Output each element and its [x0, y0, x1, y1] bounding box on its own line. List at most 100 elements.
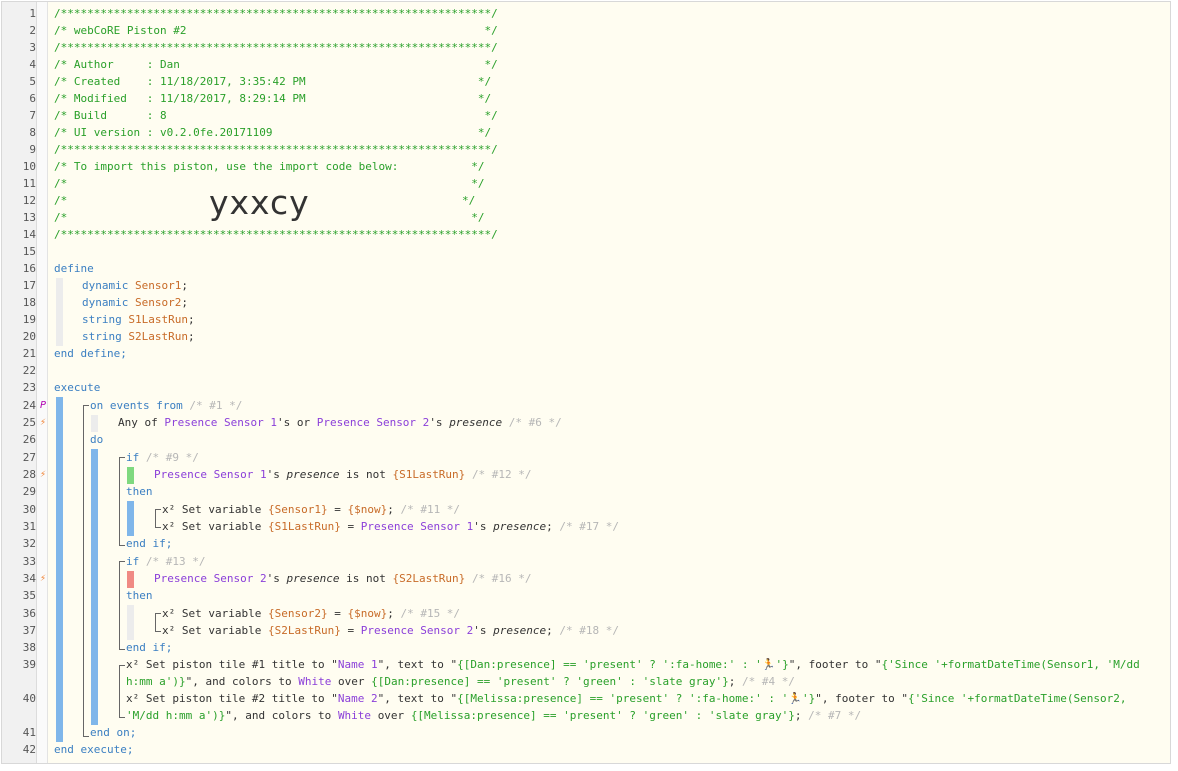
if-13-condition[interactable]: Presence Sensor 2's presence is not {S2L… — [154, 570, 532, 587]
line-number: 20 — [22, 330, 36, 343]
line-number: 33 — [22, 555, 36, 568]
keyword-end-if: end if; — [126, 641, 173, 654]
header-rule: /***************************************… — [54, 7, 498, 20]
line-number: 17 — [22, 279, 36, 292]
do-block-bar — [91, 449, 98, 725]
set-tile-2-line-a[interactable]: x² Set piston tile #2 title to "Name 2",… — [126, 690, 1127, 707]
line-number: 37 — [22, 624, 36, 637]
trigger-bolt-icon: ⚡ — [39, 417, 47, 428]
action-bracket — [155, 509, 161, 528]
line-number: 21 — [22, 347, 36, 360]
set-tile-2-line-b[interactable]: 'M/dd h:mm a')}", and colors to White ov… — [126, 707, 861, 724]
header-modified: /* Modified : 11/18/2017, 8:29:14 PM */ — [54, 92, 492, 105]
header-build: /* Build : 8 */ — [54, 109, 498, 122]
define-block-bar — [56, 278, 63, 346]
line-number: 18 — [22, 296, 36, 309]
restriction-marker-icon: P — [39, 400, 47, 411]
header-blank-close: */ — [462, 194, 476, 207]
line-number: 4 — [29, 58, 36, 71]
set-s1lastrun-statement[interactable]: x² Set variable {S1LastRun} = Presence S… — [162, 518, 619, 535]
line-number: 28 — [22, 468, 36, 481]
line-number: 16 — [22, 262, 36, 275]
line-number: 29 — [22, 485, 36, 498]
line-number: 38 — [22, 641, 36, 654]
line-number: 8 — [29, 126, 36, 139]
if-9-line[interactable]: if /* #9 */ — [126, 449, 199, 466]
define-sensor1: dynamic Sensor1; — [82, 279, 188, 292]
line-number: 5 — [29, 75, 36, 88]
set-tile-1-line-a[interactable]: x² Set piston tile #1 title to "Name 1",… — [126, 656, 1140, 673]
line-number: 30 — [22, 503, 36, 516]
line-number: 19 — [22, 313, 36, 326]
define-sensor2: dynamic Sensor2; — [82, 296, 188, 309]
trigger-bolt-icon: ⚡ — [39, 469, 47, 480]
header-created: /* Created : 11/18/2017, 3:35:42 PM */ — [54, 75, 492, 88]
header-blank-open: /* — [54, 194, 68, 207]
line-number: 39 — [22, 658, 36, 671]
tile-actions-bracket — [119, 665, 125, 718]
condition-true-bar — [127, 467, 134, 484]
define-s2lastrun: string S2LastRun; — [82, 330, 195, 343]
action-bracket — [155, 613, 161, 632]
execute-block-bar — [56, 397, 63, 742]
import-code[interactable]: yxxcy — [209, 183, 310, 222]
line-number: 40 — [22, 692, 36, 705]
set-sensor1-statement[interactable]: x² Set variable {Sensor1} = {$now}; /* #… — [162, 501, 460, 518]
line-number: 13 — [22, 211, 36, 224]
set-sensor2-statement[interactable]: x² Set variable {Sensor2} = {$now}; /* #… — [162, 605, 460, 622]
keyword-do: do — [90, 433, 104, 446]
header-ui-version: /* UI version : v0.2.0fe.20171109 */ — [54, 126, 492, 139]
line-number: 25 — [22, 416, 36, 429]
line-number: 31 — [22, 520, 36, 533]
header-rule: /***************************************… — [54, 143, 498, 156]
line-number: 24 — [22, 399, 36, 412]
line-number: 22 — [22, 364, 36, 377]
keyword-end-if: end if; — [126, 537, 173, 550]
line-number: 36 — [22, 607, 36, 620]
line-number: 2 — [29, 24, 36, 37]
on-events-line[interactable]: on events from /* #1 */ — [90, 397, 242, 414]
line-number: 26 — [22, 433, 36, 446]
keyword-then: then — [126, 485, 153, 498]
keyword-define: define — [54, 262, 94, 275]
header-rule: /***************************************… — [54, 41, 498, 54]
header-rule: /***************************************… — [54, 228, 498, 241]
then-block-bar — [127, 501, 134, 536]
if-13-bracket — [119, 561, 125, 650]
line-number: 23 — [22, 381, 36, 394]
header-title: /* webCoRE Piston #2 */ — [54, 24, 498, 37]
line-number: 11 — [22, 177, 36, 190]
trigger-bolt-icon: ⚡ — [39, 573, 47, 584]
keyword-end-define: end define; — [54, 347, 127, 360]
then-block-bar — [127, 605, 134, 640]
trigger-condition[interactable]: Any of Presence Sensor 1's or Presence S… — [118, 414, 562, 431]
line-number: 41 — [22, 726, 36, 739]
line-number: 27 — [22, 451, 36, 464]
keyword-end-execute: end execute; — [54, 743, 134, 756]
keyword-end-on: end on; — [90, 726, 137, 739]
line-number: 34 — [22, 572, 36, 585]
line-number: 1 — [29, 7, 36, 20]
if-9-bracket — [119, 457, 125, 546]
keyword-execute: execute — [54, 381, 101, 394]
set-tile-1-line-b[interactable]: h:mm a')}", and colors to White over {[D… — [126, 673, 795, 690]
if-9-condition[interactable]: Presence Sensor 1's presence is not {S1L… — [154, 466, 532, 483]
condition-false-bar — [127, 571, 134, 588]
line-number: 32 — [22, 537, 36, 550]
line-number: 42 — [22, 743, 36, 756]
line-number-gutter: 1 2 3 4 5 6 7 8 9 10 11 12 13 14 15 16 17 18 19 20 21 22 23 24 2… — [2, 2, 37, 763]
if-13-line[interactable]: if /* #13 */ — [126, 553, 205, 570]
header-import-note: /* To import this piston, use the import… — [54, 160, 485, 173]
line-number: 6 — [29, 92, 36, 105]
marker-strip — [37, 2, 48, 763]
line-number: 14 — [22, 228, 36, 241]
on-events-bracket — [83, 405, 89, 737]
set-s2lastrun-statement[interactable]: x² Set variable {S2LastRun} = Presence S… — [162, 622, 619, 639]
define-s1lastrun: string S1LastRun; — [82, 313, 195, 326]
line-number: 12 — [22, 194, 36, 207]
line-number: 15 — [22, 245, 36, 258]
line-number: 7 — [29, 109, 36, 122]
piston-editor: 1 2 3 4 5 6 7 8 9 10 11 12 13 14 15 16 17 18 19 20 21 22 23 24 2… — [1, 1, 1171, 764]
keyword-then: then — [126, 589, 153, 602]
line-number: 35 — [22, 589, 36, 602]
